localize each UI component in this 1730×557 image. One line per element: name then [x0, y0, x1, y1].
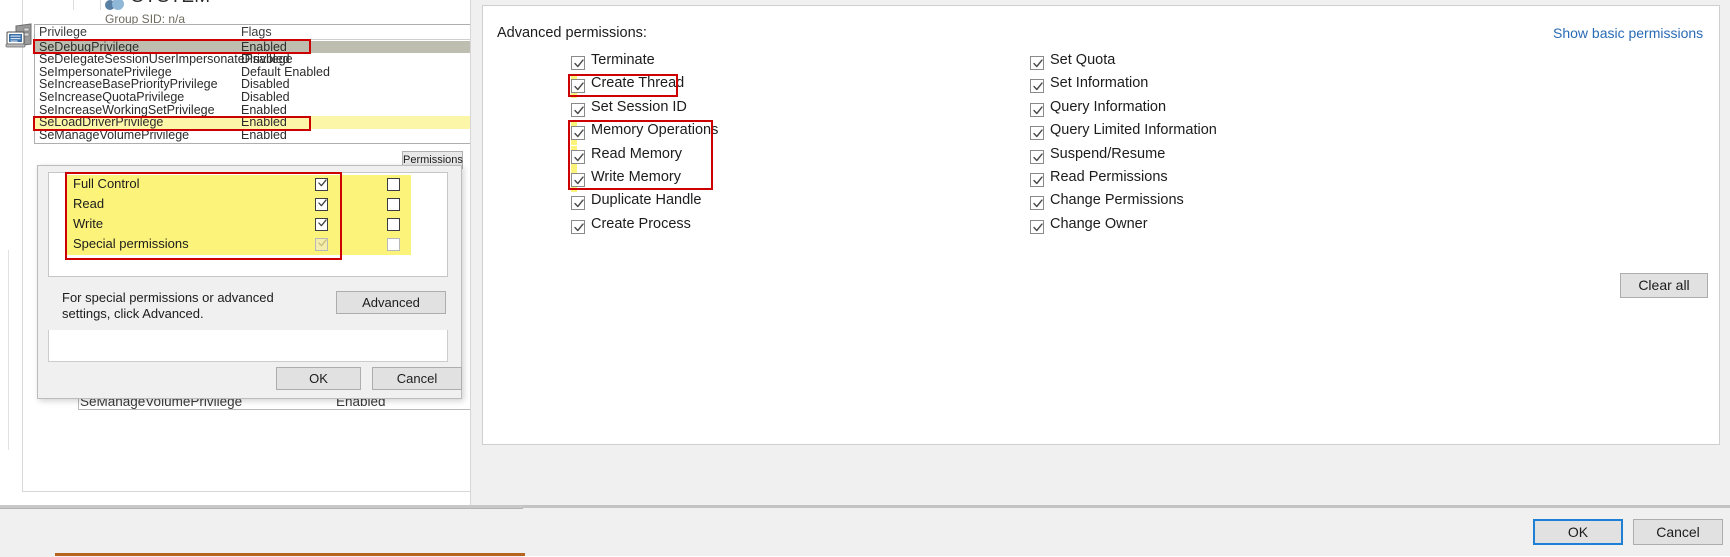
- background-row-underline: [78, 409, 470, 410]
- advanced-permission-label: Memory Operations: [591, 122, 719, 139]
- advanced-permission-row[interactable]: Query Limited Information: [1030, 122, 1217, 145]
- advanced-permission-checkbox[interactable]: [571, 149, 585, 168]
- security-dialog-cancel-button[interactable]: Cancel: [372, 367, 462, 390]
- advanced-permission-label: Change Permissions: [1050, 192, 1184, 209]
- advanced-permission-checkbox[interactable]: [571, 79, 585, 97]
- advanced-permission-label: Set Quota: [1050, 52, 1116, 68]
- basic-permission-row[interactable]: Full Control: [66, 175, 411, 195]
- left-panel-divider: [8, 250, 9, 450]
- advanced-permission-checkbox[interactable]: [571, 102, 585, 121]
- advanced-permission-checkbox[interactable]: [1030, 79, 1044, 97]
- basic-permission-row[interactable]: Special permissions: [66, 235, 411, 255]
- basic-permission-label: Special permissions: [73, 236, 189, 251]
- advanced-permission-label: Query Limited Information: [1050, 122, 1217, 139]
- advanced-permission-row[interactable]: Terminate: [571, 52, 655, 75]
- advanced-permission-row[interactable]: Read Memory: [571, 145, 682, 169]
- advanced-permission-checkbox[interactable]: [1030, 173, 1044, 191]
- basic-permission-label: Read: [73, 196, 105, 211]
- column-header-flags: Flags: [241, 25, 272, 39]
- advanced-permission-label: Query Information: [1050, 98, 1167, 115]
- advanced-window-left-rail: [470, 0, 482, 556]
- advanced-permission-row[interactable]: Set Quota: [1030, 52, 1115, 75]
- privilege-flag: Enabled: [241, 127, 287, 142]
- advanced-permission-row[interactable]: Set Session ID: [571, 99, 687, 122]
- left-footer: [0, 508, 523, 557]
- advanced-permission-checkbox[interactable]: [571, 126, 585, 144]
- advanced-permission-checkbox[interactable]: [1030, 219, 1044, 238]
- dialog-white-filler: [48, 330, 448, 362]
- advanced-window-rail-line: [470, 0, 471, 505]
- allow-checkbox[interactable]: [315, 178, 328, 194]
- allow-checkbox[interactable]: [315, 238, 328, 254]
- basic-permission-label: Full Control: [73, 176, 140, 191]
- advanced-permission-label: Suspend/Resume: [1050, 145, 1166, 162]
- advanced-permission-checkbox[interactable]: [571, 219, 585, 238]
- clear-all-button[interactable]: Clear all: [1620, 273, 1708, 298]
- show-basic-permissions-link[interactable]: Show basic permissions: [1553, 25, 1703, 41]
- basic-permission-label: Write: [73, 216, 104, 231]
- allow-checkbox[interactable]: [315, 198, 328, 214]
- privilege-row[interactable]: SeManageVolumePrivilege Enabled: [35, 127, 494, 142]
- basic-permission-row[interactable]: Read: [66, 195, 411, 215]
- advanced-permission-checkbox[interactable]: [1030, 126, 1044, 144]
- advanced-permission-label: Terminate: [591, 52, 655, 68]
- advanced-permission-checkbox[interactable]: [1030, 196, 1044, 214]
- advanced-permission-row[interactable]: Write Memory: [571, 169, 681, 192]
- advanced-ok-button[interactable]: OK: [1533, 519, 1623, 545]
- advanced-permission-label: Set Session ID: [591, 98, 687, 115]
- column-header-privilege: Privilege: [39, 25, 87, 39]
- window-top-chrome-mid: [78, 0, 101, 10]
- deny-checkbox[interactable]: [387, 218, 400, 234]
- advanced-permission-label: Create Process: [591, 215, 691, 232]
- deny-checkbox[interactable]: [387, 238, 400, 254]
- advanced-permissions-title: Advanced permissions:: [497, 25, 647, 41]
- advanced-permission-row[interactable]: Read Permissions: [1030, 169, 1168, 192]
- system-account-label: SYSTEM: [131, 0, 210, 8]
- advanced-permission-label: Read Permissions: [1050, 169, 1168, 185]
- advanced-permission-row[interactable]: Memory Operations: [571, 122, 718, 146]
- basic-permission-row[interactable]: Write: [66, 215, 411, 235]
- security-dialog-ok-button[interactable]: OK: [276, 367, 361, 390]
- privilege-name: SeManageVolumePrivilege: [39, 127, 190, 142]
- advanced-permission-row[interactable]: Duplicate Handle: [571, 192, 701, 215]
- advanced-permission-label: Read Memory: [591, 145, 683, 162]
- deny-checkbox[interactable]: [387, 178, 400, 194]
- window-top-chrome-left: [33, 0, 74, 10]
- advanced-permission-checkbox[interactable]: [1030, 102, 1044, 121]
- advanced-permission-row[interactable]: Change Owner: [1030, 216, 1148, 239]
- advanced-permission-checkbox[interactable]: [1030, 149, 1044, 168]
- advanced-permission-label: Create Thread: [591, 75, 685, 92]
- advanced-permission-checkbox[interactable]: [571, 173, 585, 191]
- advanced-permission-checkbox[interactable]: [571, 196, 585, 214]
- advanced-permission-row[interactable]: Change Permissions: [1030, 192, 1184, 215]
- advanced-cancel-button[interactable]: Cancel: [1633, 519, 1723, 545]
- advanced-permission-label: Write Memory: [591, 169, 681, 185]
- privileges-list-header: Privilege Flags: [35, 25, 494, 40]
- allow-checkbox[interactable]: [315, 218, 328, 234]
- advanced-permission-row[interactable]: Create Thread: [571, 75, 684, 99]
- advanced-permission-checkbox[interactable]: [1030, 56, 1044, 74]
- advanced-permission-checkbox[interactable]: [571, 56, 585, 74]
- computer-icon: [4, 22, 38, 56]
- advanced-permission-label: Set Information: [1050, 75, 1149, 92]
- deny-checkbox[interactable]: [387, 198, 400, 214]
- advanced-permission-label: Change Owner: [1050, 215, 1148, 232]
- advanced-permission-row[interactable]: Create Process: [571, 216, 691, 239]
- users-group-icon: [105, 0, 127, 12]
- special-permissions-hint: For special permissions or advanced sett…: [62, 290, 274, 321]
- advanced-button[interactable]: Advanced: [336, 291, 446, 314]
- advanced-permission-row[interactable]: Query Information: [1030, 99, 1166, 122]
- advanced-permission-label: Duplicate Handle: [591, 192, 702, 209]
- advanced-permission-row[interactable]: Suspend/Resume: [1030, 146, 1165, 169]
- advanced-permission-row[interactable]: Set Information: [1030, 75, 1148, 98]
